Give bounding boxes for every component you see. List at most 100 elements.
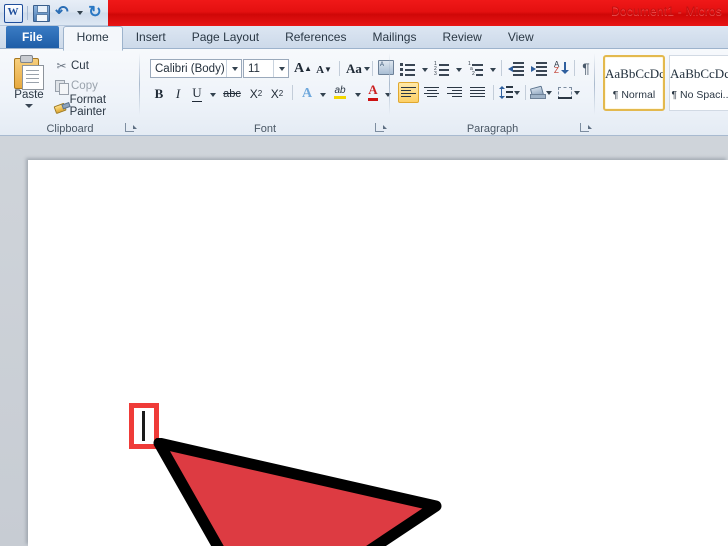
clipboard-dialog-launcher-icon[interactable]: [125, 123, 137, 134]
paste-dropdown-icon[interactable]: [25, 104, 33, 108]
shrink-font-label: A: [316, 63, 325, 76]
borders-dropdown-icon[interactable]: [574, 90, 580, 95]
multilevel-list-icon: 1 a 2: [468, 62, 484, 77]
font-color-button[interactable]: A: [364, 81, 382, 102]
title-bar-red-overlay: Document1 - Micros: [108, 0, 728, 26]
document-page[interactable]: 生活百科 www.bimeiz.com: [28, 160, 728, 546]
style-normal[interactable]: AaBbCcDc ¶ Normal: [603, 55, 665, 111]
show-formatting-marks-button[interactable]: ¶: [578, 57, 594, 78]
grow-font-button[interactable]: A ▲: [293, 58, 313, 79]
ribbon-group-paragraph: 1 2 3 1 a 2 A Z ¶ Paragraph: [390, 49, 595, 136]
grow-font-label: A: [293, 60, 305, 76]
align-left-icon: [401, 86, 416, 99]
paste-button[interactable]: Paste: [8, 54, 50, 116]
shrink-font-button[interactable]: A ▼: [314, 59, 334, 80]
text-highlight-button[interactable]: ab: [330, 81, 350, 102]
paste-label: Paste: [14, 89, 44, 101]
style-no-spacing[interactable]: AaBbCcDc ¶ No Spaci..: [669, 55, 728, 111]
italic-button[interactable]: I: [169, 83, 187, 104]
superscript-label: X: [270, 86, 279, 101]
line-spacing-dropdown-icon[interactable]: [513, 90, 520, 95]
align-center-icon: [424, 86, 439, 99]
tab-insert[interactable]: Insert: [123, 26, 179, 49]
bullets-button[interactable]: [398, 58, 418, 79]
subscript-button[interactable]: X2: [246, 83, 266, 104]
ribbon: Paste ✂ Cut Copy Format Painter Clipboar…: [0, 49, 728, 136]
decrease-indent-button[interactable]: [506, 58, 526, 79]
quick-access-toolbar: W ↶ ↻: [3, 2, 125, 24]
strikethrough-label: abc: [223, 87, 241, 100]
numbering-dropdown-icon[interactable]: [452, 59, 464, 80]
sort-button[interactable]: A Z: [552, 57, 572, 78]
italic-label: I: [175, 85, 181, 101]
text-highlight-dropdown-icon[interactable]: [351, 84, 363, 105]
font-size-dropdown-icon[interactable]: [273, 60, 288, 77]
line-spacing-button[interactable]: [498, 82, 520, 103]
borders-button[interactable]: [558, 82, 580, 103]
increase-indent-button[interactable]: [529, 58, 549, 79]
tab-mailings[interactable]: Mailings: [359, 26, 429, 49]
save-icon[interactable]: [31, 3, 51, 23]
multilevel-list-dropdown-icon[interactable]: [486, 59, 498, 80]
align-right-button[interactable]: [444, 82, 465, 103]
numbered-list-icon: 1 2 3: [434, 62, 450, 77]
cut-label: Cut: [71, 60, 89, 72]
numbering-button[interactable]: 1 2 3: [432, 58, 452, 79]
change-case-button[interactable]: Aa: [345, 58, 371, 79]
tab-file[interactable]: File: [6, 26, 59, 49]
font-color-label: A: [368, 82, 378, 101]
increase-indent-icon: [531, 62, 547, 76]
copy-button[interactable]: Copy: [52, 76, 98, 96]
superscript-button[interactable]: X2: [267, 83, 287, 104]
align-left-button[interactable]: [398, 82, 419, 103]
multilevel-list-button[interactable]: 1 a 2: [466, 58, 486, 79]
undo-icon[interactable]: ↶: [52, 3, 72, 23]
text-effects-button[interactable]: A: [298, 83, 316, 104]
underline-label: U: [192, 85, 202, 102]
bold-button[interactable]: B: [150, 83, 168, 104]
ribbon-group-clipboard: Paste ✂ Cut Copy Format Painter Clipboar…: [0, 49, 140, 136]
paragraph-dialog-launcher-icon[interactable]: [580, 123, 592, 134]
tab-review[interactable]: Review: [429, 26, 494, 49]
text-effects-dropdown-icon[interactable]: [316, 84, 328, 105]
tab-page-layout[interactable]: Page Layout: [179, 26, 272, 49]
borders-icon: [558, 86, 572, 99]
tab-home[interactable]: Home: [62, 26, 123, 51]
shading-button[interactable]: [529, 82, 552, 103]
format-painter-button[interactable]: Format Painter: [52, 94, 140, 118]
style-normal-sample: AaBbCcDc: [605, 65, 663, 81]
copy-icon: [52, 79, 71, 95]
align-right-icon: [447, 86, 462, 99]
ribbon-group-font: Calibri (Body) 11 A ▲ A ▼ Aa A B I U abc…: [140, 49, 394, 136]
subscript-label: X: [249, 86, 258, 101]
underline-button[interactable]: U: [188, 83, 206, 104]
redo-icon[interactable]: ↻: [85, 3, 105, 23]
bold-label: B: [154, 85, 164, 101]
decrease-indent-icon: [508, 62, 524, 76]
tab-references[interactable]: References: [272, 26, 359, 49]
title-bar: W ↶ ↻ Document1 - Micros: [0, 0, 728, 26]
clipboard-icon: [14, 55, 44, 90]
font-group-label: Font: [253, 123, 276, 135]
undo-dropdown-icon[interactable]: [73, 3, 85, 23]
copy-label: Copy: [71, 80, 98, 92]
bullets-dropdown-icon[interactable]: [418, 59, 430, 80]
justify-button[interactable]: [467, 82, 488, 103]
strikethrough-button[interactable]: abc: [220, 83, 244, 104]
bullet-list-icon: [400, 62, 416, 76]
font-dialog-launcher-icon[interactable]: [375, 123, 387, 134]
qat-divider: [27, 6, 28, 20]
tab-view[interactable]: View: [495, 26, 547, 49]
align-center-button[interactable]: [421, 82, 442, 103]
cut-button[interactable]: ✂ Cut: [52, 56, 89, 76]
font-family-value: Calibri (Body): [155, 62, 225, 75]
font-family-dropdown-icon[interactable]: [226, 60, 241, 77]
line-spacing-icon: [498, 86, 513, 99]
paragraph-group-label: Paragraph: [466, 123, 519, 135]
underline-dropdown-icon[interactable]: [206, 84, 218, 105]
word-logo-icon[interactable]: W: [3, 3, 23, 23]
change-case-dropdown-icon[interactable]: [363, 66, 370, 71]
font-size-combo[interactable]: 11: [243, 59, 289, 78]
shading-dropdown-icon[interactable]: [546, 90, 552, 95]
font-family-combo[interactable]: Calibri (Body): [150, 59, 242, 78]
